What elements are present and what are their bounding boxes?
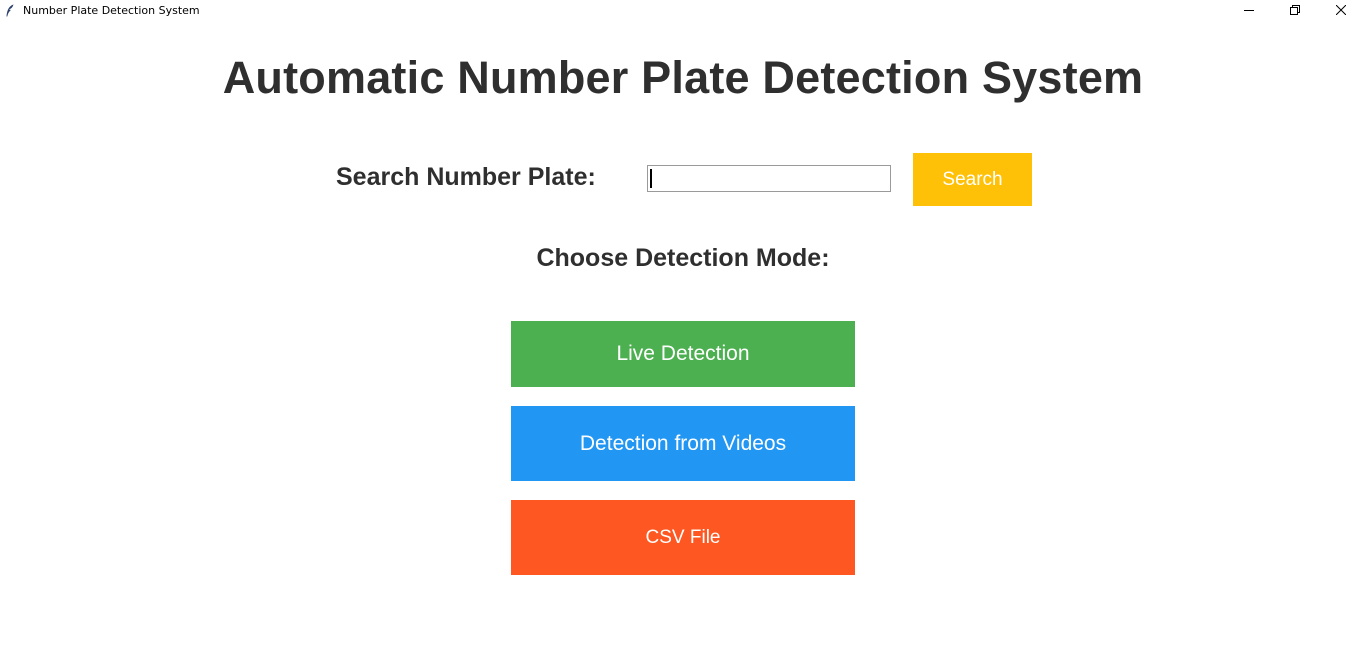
detection-mode-label: Choose Detection Mode:: [536, 244, 830, 272]
minimize-icon: [1244, 2, 1254, 20]
video-detection-button[interactable]: Detection from Videos: [511, 406, 855, 481]
search-input[interactable]: [647, 165, 891, 192]
minimize-button[interactable]: [1226, 0, 1272, 22]
close-icon: [1335, 2, 1347, 20]
search-button[interactable]: Search: [913, 153, 1032, 206]
restore-icon: [1290, 2, 1300, 20]
feather-icon: [5, 4, 15, 17]
csv-file-button[interactable]: CSV File: [511, 500, 855, 575]
app-window: Number Plate Detection System Automatic …: [0, 0, 1366, 670]
window-title: Number Plate Detection System: [23, 4, 200, 17]
search-label: Search Number Plate:: [336, 163, 596, 191]
live-detection-button[interactable]: Live Detection: [511, 321, 855, 387]
maximize-button[interactable]: [1272, 0, 1318, 22]
text-caret: [650, 169, 652, 188]
close-button[interactable]: [1318, 0, 1364, 22]
title-bar: Number Plate Detection System: [0, 0, 1366, 22]
page-title: Automatic Number Plate Detection System: [222, 52, 1144, 103]
